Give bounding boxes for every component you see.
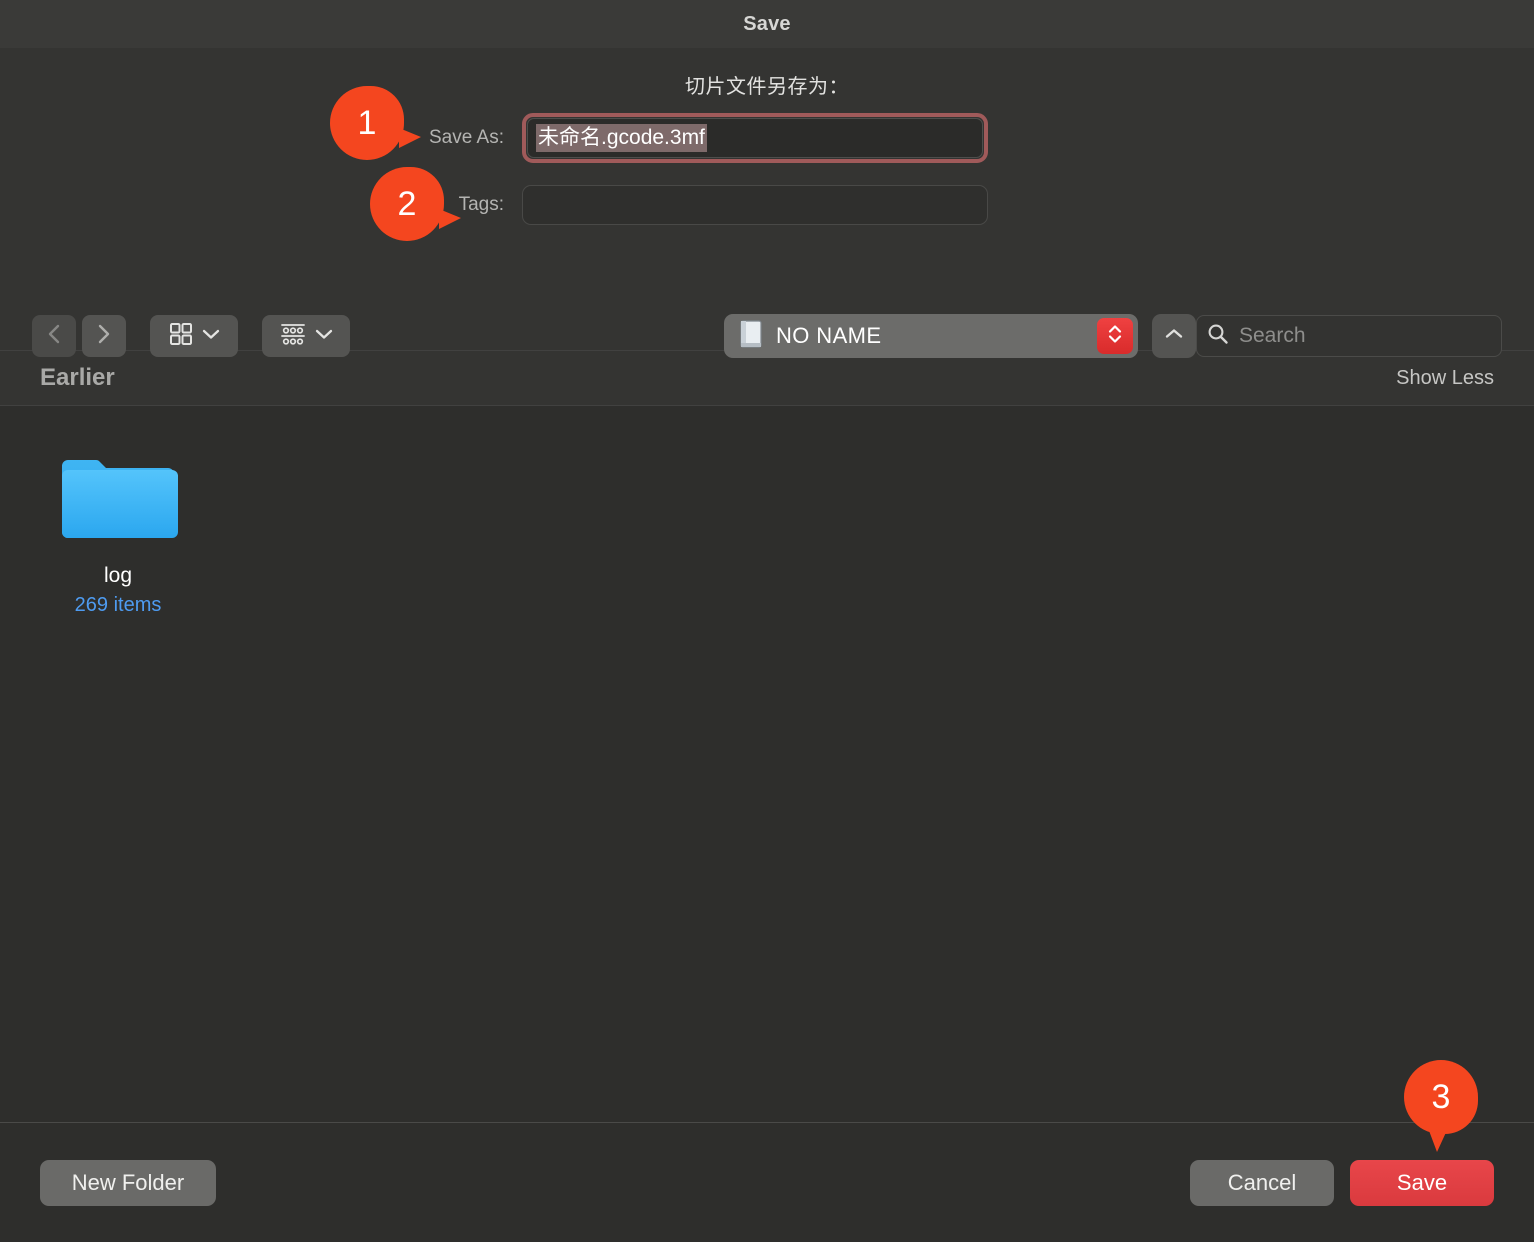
tags-field[interactable] [522, 185, 988, 225]
icon-view-button[interactable] [150, 315, 238, 357]
search-icon [1207, 323, 1229, 350]
new-folder-button[interactable]: New Folder [40, 1159, 216, 1206]
file-item-count: 269 items [74, 594, 162, 616]
group-view-button[interactable] [262, 315, 350, 357]
folder-icon [58, 452, 178, 548]
save-as-label: Save As: [429, 127, 504, 148]
dialog-titlebar: Save [0, 0, 1534, 48]
file-browser-area[interactable]: log 269 items [0, 406, 1534, 1122]
group-by-icon [280, 322, 306, 351]
tags-row: Tags: [0, 185, 1534, 225]
save-as-row: Save As: 未命名.gcode.3mf [0, 113, 1534, 163]
save-dialog: Save 切片文件另存为： Save As: 未命名.gcode.3mf Tag… [0, 0, 1534, 1242]
chevron-left-icon [47, 323, 61, 350]
chevron-down-icon [202, 327, 220, 345]
grid-view-icon [169, 322, 193, 351]
dialog-button-bar: New Folder Cancel Save [0, 1122, 1534, 1242]
chevron-down-icon [315, 327, 333, 345]
save-as-value: 未命名.gcode.3mf [536, 123, 707, 153]
back-button[interactable] [32, 315, 76, 357]
file-grid: log 269 items [0, 452, 1534, 617]
section-title: Earlier [40, 364, 115, 391]
search-input[interactable]: Search [1239, 324, 1306, 348]
show-less-button[interactable]: Show Less [1396, 367, 1494, 390]
chevron-right-icon [97, 323, 111, 350]
tags-label: Tags: [458, 194, 504, 215]
prompt-row: 切片文件另存为： [0, 48, 1534, 99]
save-as-field-wrap: 未命名.gcode.3mf [522, 113, 988, 163]
save-button[interactable]: Save [1350, 1159, 1494, 1206]
file-name: log [103, 564, 133, 587]
location-popup-button[interactable]: NO NAME [724, 314, 1138, 358]
prompt-text: 切片文件另存为： [685, 76, 849, 98]
location-stepper[interactable] [1097, 318, 1133, 354]
forward-button[interactable] [82, 315, 126, 357]
file-item-log[interactable]: log 269 items [40, 452, 196, 617]
dialog-title: Save [743, 12, 791, 35]
location-name: NO NAME [776, 323, 882, 348]
up-down-chevrons-icon [1106, 323, 1124, 350]
save-form-area: 切片文件另存为： Save As: 未命名.gcode.3mf Tags: NO… [0, 48, 1534, 358]
search-field[interactable]: Search [1196, 315, 1502, 357]
browser-toolbar: NO NAME Search [0, 306, 1534, 366]
tags-field-wrap [522, 185, 988, 225]
cancel-button[interactable]: Cancel [1190, 1159, 1334, 1206]
save-as-field[interactable]: 未命名.gcode.3mf [527, 118, 983, 158]
primary-actions: Cancel Save [1190, 1159, 1494, 1206]
chevron-up-icon [1164, 327, 1184, 346]
collapse-panel-button[interactable] [1152, 314, 1196, 358]
hard-drive-icon [738, 319, 764, 354]
save-as-focus-ring: 未命名.gcode.3mf [522, 113, 988, 163]
